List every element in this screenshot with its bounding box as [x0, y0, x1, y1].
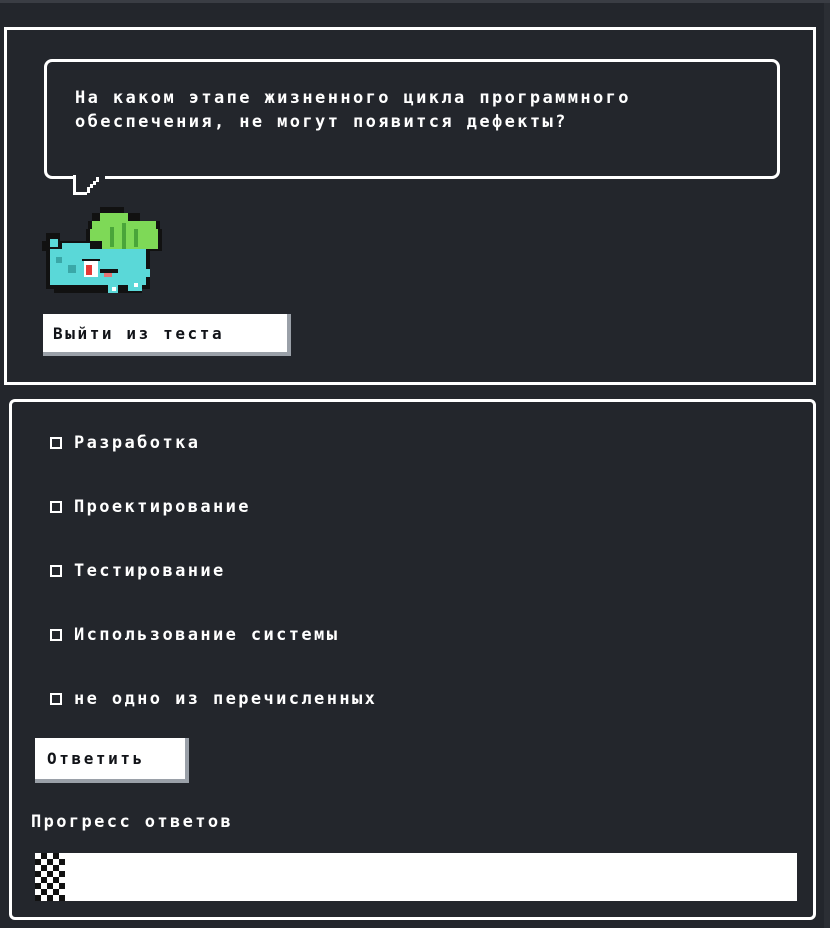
- submit-answer-button[interactable]: Ответить: [35, 738, 189, 783]
- pixel-creature-icon: [42, 207, 162, 293]
- answer-option-4[interactable]: Использование системы: [50, 621, 339, 649]
- question-text: На каком этапе жизненного цикла программ…: [75, 88, 644, 132]
- checkbox-icon[interactable]: [50, 629, 62, 641]
- progress-title: Прогресс ответов: [31, 812, 234, 832]
- scrollbar-track[interactable]: [824, 3, 830, 928]
- checkbox-icon[interactable]: [50, 437, 62, 449]
- speech-bubble-tail-icon: [73, 175, 105, 195]
- checkbox-icon[interactable]: [50, 565, 62, 577]
- question-panel: На каком этапе жизненного цикла программ…: [4, 27, 816, 385]
- answer-option-5[interactable]: не одно из перечисленных: [50, 685, 377, 713]
- checkbox-icon[interactable]: [50, 501, 62, 513]
- answer-option-label: Тестирование: [74, 561, 226, 581]
- answer-option-2[interactable]: Проектирование: [50, 493, 251, 521]
- answer-option-label: не одно из перечисленных: [74, 689, 378, 709]
- answer-option-1[interactable]: Разработка: [50, 429, 200, 457]
- exit-test-button[interactable]: Выйти из теста: [43, 314, 291, 356]
- window-top-strip: [0, 0, 830, 3]
- checkbox-icon[interactable]: [50, 693, 62, 705]
- speech-bubble: На каком этапе жизненного цикла программ…: [44, 59, 780, 179]
- answer-option-3[interactable]: Тестирование: [50, 557, 226, 585]
- answer-option-label: Проектирование: [74, 497, 251, 517]
- progress-bar: [35, 853, 797, 901]
- progress-bar-fill: [35, 853, 66, 901]
- answers-panel: Разработка Проектирование Тестирование И…: [9, 399, 816, 920]
- answer-option-label: Разработка: [74, 433, 201, 453]
- answer-option-label: Использование системы: [74, 625, 340, 645]
